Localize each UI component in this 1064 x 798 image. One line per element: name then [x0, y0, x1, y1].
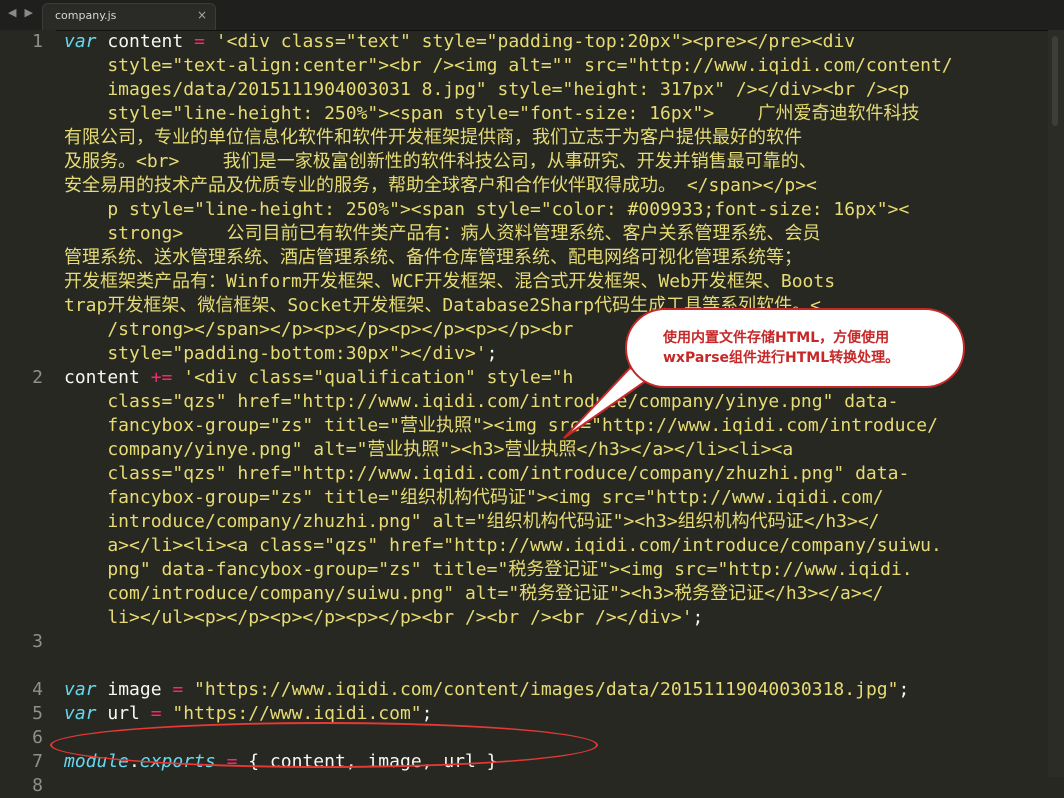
code-row: images/data/2015111904003031 8.jpg" styl…	[64, 78, 909, 102]
code-token: +=	[150, 367, 173, 388]
code-token: 及服务。<br> 我们是一家极富创新性的软件科技公司，从事研究、开发并销售最可靠…	[64, 151, 817, 172]
code-row: introduce/company/zhuzhi.png" alt="组织机构代…	[64, 510, 880, 534]
code-token: style="line-height: 250%"><span style="f…	[64, 103, 920, 124]
close-icon[interactable]: ×	[197, 8, 207, 22]
code-row: p style="line-height: 250%"><span style=…	[64, 198, 909, 222]
minimap-scrollbar[interactable]	[1048, 30, 1064, 777]
code-row: fancybox-group="zs" title="组织机构代码证"><img…	[64, 486, 884, 510]
code-token: 安全易用的技术产品及优质专业的服务，帮助全球客户和合作伙伴取得成功。 </spa…	[64, 175, 817, 196]
code-token: 管理系统、送水管理系统、酒店管理系统、备件仓库管理系统、配电网络可视化管理系统等…	[64, 247, 802, 268]
code-row: 开发框架类产品有：Winform开发框架、WCF开发框架、混合式开发框架、Web…	[64, 270, 835, 294]
code-row: a></li><li><a class="qzs" href="http://w…	[64, 534, 942, 558]
code-token: =	[194, 31, 205, 52]
code-token: style="padding-bottom:30px"></div>'	[64, 343, 487, 364]
tab-nav: ◀ ▶	[8, 6, 41, 19]
code-row: style="text-align:center"><br /><img alt…	[64, 54, 953, 78]
line-number: 4	[32, 679, 43, 700]
code-token: class="qzs" href="http://www.iqidi.com/i…	[64, 463, 910, 484]
code-row: com/introduce/company/suiwu.png" alt="税务…	[64, 582, 883, 606]
code-token: var	[64, 31, 97, 52]
code-row: class="qzs" href="http://www.iqidi.com/i…	[64, 390, 898, 414]
code-token: style="text-align:center"><br /><img alt…	[64, 55, 953, 76]
code-token: ;	[486, 343, 498, 364]
code-token: class="qzs" href="http://www.iqidi.com/i…	[64, 391, 899, 412]
code-token: =	[172, 679, 184, 700]
code-row: fancybox-group="zs" title="营业执照"><img sr…	[64, 414, 938, 438]
line-number: 5	[32, 703, 43, 724]
code-token: fancybox-group="zs" title="组织机构代码证"><img…	[64, 487, 884, 508]
line-number: 7	[32, 751, 43, 772]
code-token: ;	[421, 703, 433, 724]
code-row: var image = "https://www.iqidi.com/conte…	[64, 678, 909, 702]
code-token: '<div class="text" style="padding-top:20…	[204, 31, 856, 52]
code-token: png" data-fancybox-group="zs" title="税务登…	[64, 559, 913, 580]
code-row: 及服务。<br> 我们是一家极富创新性的软件科技公司，从事研究、开发并销售最可靠…	[64, 150, 817, 174]
code-row: li></ul><p></p><p></p><p></p><br /><br /…	[64, 606, 703, 630]
tab-company-js[interactable]: company.js ×	[42, 3, 216, 30]
code-token: 有限公司，专业的单位信息化软件和软件开发框架提供商，我们立志于为客户提供最好的软…	[64, 127, 802, 148]
code-token: /strong></span></p><p></p><p></p><p></p>…	[64, 319, 574, 340]
code-row: 管理系统、送水管理系统、酒店管理系统、备件仓库管理系统、配电网络可视化管理系统等…	[64, 246, 802, 270]
code-token: ;	[898, 679, 910, 700]
back-arrow-icon[interactable]: ◀	[8, 6, 16, 19]
highlight-ellipse	[50, 722, 598, 768]
code-row: company/yinye.png" alt="营业执照"><h3>营业执照</…	[64, 438, 793, 462]
code-token: content	[96, 31, 195, 52]
code-token: image	[96, 679, 173, 700]
line-number-gutter: 1 2 3 4 5 6 7 8	[0, 30, 56, 796]
code-token: 开发框架类产品有：Winform开发框架、WCF开发框架、混合式开发框架、Web…	[64, 271, 836, 292]
forward-arrow-icon[interactable]: ▶	[24, 6, 32, 19]
code-token: company/yinye.png" alt="营业执照"><h3>营业执照</…	[64, 439, 794, 460]
code-row: content += '<div class="qualification" s…	[64, 366, 573, 390]
tab-label: company.js	[55, 9, 117, 22]
code-row: /strong></span></p><p></p><p></p><p></p>…	[64, 318, 573, 342]
code-row: strong> 公司目前已有软件类产品有：病人资料管理系统、客户关系管理系统、会…	[64, 222, 821, 246]
code-row: style="padding-bottom:30px"></div>';	[64, 342, 497, 366]
code-token: strong> 公司目前已有软件类产品有：病人资料管理系统、客户关系管理系统、会…	[64, 223, 821, 244]
annotation-callout: 使用内置文件存储HTML，方便使用wxParse组件进行HTML转换处理。	[625, 308, 965, 388]
code-row: 安全易用的技术产品及优质专业的服务，帮助全球客户和合作伙伴取得成功。 </spa…	[64, 174, 817, 198]
code-token: fancybox-group="zs" title="营业执照"><img sr…	[64, 415, 938, 436]
code-token: li></ul><p></p><p></p><p></p><br /><br /…	[64, 607, 693, 628]
line-number: 2	[32, 367, 43, 388]
code-token: ;	[692, 607, 704, 628]
line-number: 8	[32, 775, 43, 796]
code-row: class="qzs" href="http://www.iqidi.com/i…	[64, 462, 909, 486]
code-row: style="line-height: 250%"><span style="f…	[64, 102, 920, 126]
code-row: 有限公司，专业的单位信息化软件和软件开发框架提供商，我们立志于为客户提供最好的软…	[64, 126, 802, 150]
code-token: "https://www.iqidi.com"	[161, 703, 422, 724]
code-token: p style="line-height: 250%"><span style=…	[64, 199, 910, 220]
code-token: introduce/company/zhuzhi.png" alt="组织机构代…	[64, 511, 880, 532]
code-token: com/introduce/company/suiwu.png" alt="税务…	[64, 583, 884, 604]
code-token: var	[64, 703, 97, 724]
code-token: =	[150, 703, 162, 724]
line-number: 6	[32, 727, 43, 748]
code-token: images/data/2015111904003031 8.jpg" styl…	[64, 79, 910, 100]
tab-bar: ◀ ▶ company.js ×	[0, 0, 1064, 31]
scroll-thumb[interactable]	[1052, 36, 1058, 126]
callout-text: 使用内置文件存储HTML，方便使用wxParse组件进行HTML转换处理。	[663, 330, 900, 366]
code-token: a></li><li><a class="qzs" href="http://w…	[64, 535, 942, 556]
line-number: 3	[32, 631, 43, 652]
line-number: 1	[32, 31, 43, 52]
code-token: "https://www.iqidi.com/content/images/da…	[183, 679, 899, 700]
code-row: var content = '<div class="text" style="…	[64, 30, 855, 54]
code-row: png" data-fancybox-group="zs" title="税务登…	[64, 558, 913, 582]
code-token: content	[64, 367, 151, 388]
code-token: '<div class="qualification" style="h	[172, 367, 574, 388]
code-token: url	[96, 703, 151, 724]
code-token: var	[64, 679, 97, 700]
